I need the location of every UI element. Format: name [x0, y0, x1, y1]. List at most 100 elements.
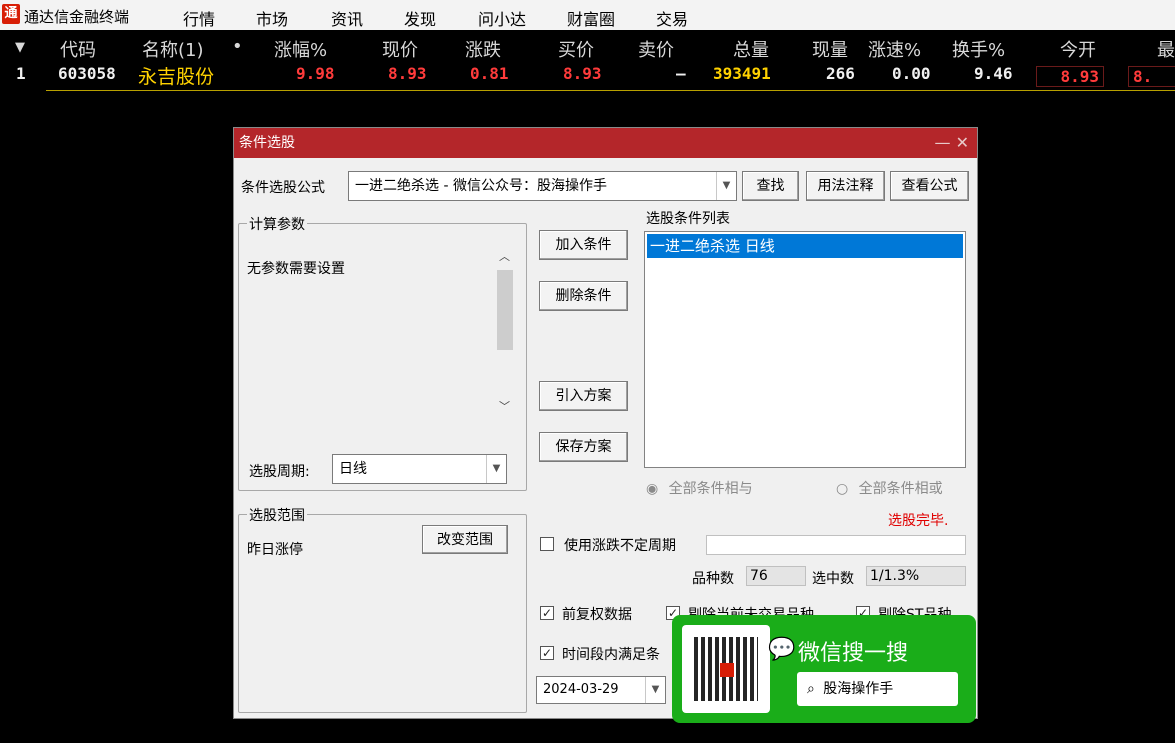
col-code[interactable]: 代码 [60, 36, 96, 62]
search-icon: ⌕ [807, 681, 815, 697]
row-turnover: 9.46 [974, 64, 1013, 83]
status-text: 选股完毕. [888, 513, 949, 529]
wechat-search-text: 股海操作手 [823, 681, 894, 697]
period-select[interactable]: 日线 ▼ [332, 454, 507, 484]
wechat-search-box[interactable]: ⌕ 股海操作手 [797, 672, 958, 706]
date-select[interactable]: 2024-03-29 ▼ [536, 676, 666, 704]
list-title: 选股条件列表 [646, 211, 730, 227]
list-item[interactable]: 一进二绝杀选 日线 [647, 234, 963, 258]
row-bid: 8.93 [563, 64, 602, 83]
row-change: 0.81 [470, 64, 509, 83]
row-price: 8.93 [388, 64, 427, 83]
app-logo-icon: 通 [2, 4, 20, 24]
scope-title: 选股范围 [247, 505, 307, 525]
col-ask[interactable]: 卖价 [638, 36, 674, 62]
unfixed-period-checkbox[interactable] [540, 537, 554, 551]
unfixed-period-label: 使用涨跌不定周期 [564, 538, 676, 554]
menu-market[interactable]: 市场 [256, 6, 288, 30]
period-value: 日线 [339, 461, 367, 477]
row-name: 永吉股份 [138, 66, 215, 88]
col-open[interactable]: 今开 [1060, 36, 1096, 62]
wechat-title-text: 微信搜一搜 [798, 641, 909, 666]
menu-news[interactable]: 资讯 [331, 6, 363, 30]
wechat-icon: 💬 [768, 637, 796, 662]
find-button[interactable]: 查找 [742, 171, 799, 201]
row-change-pct: 9.98 [296, 64, 335, 83]
dialog-titlebar[interactable]: 条件选股 — ✕ [234, 128, 977, 158]
radio-all-and[interactable]: ◉ 全部条件相与 [646, 478, 753, 498]
col-bid[interactable]: 买价 [558, 36, 594, 62]
chevron-down-icon[interactable]: ▼ [645, 677, 665, 703]
col-turnover[interactable]: 换手% [952, 36, 1005, 62]
date-value: 2024-03-29 [543, 682, 619, 697]
unfixed-period-input[interactable] [706, 535, 966, 555]
selected-value: 1/1.3% [866, 566, 966, 586]
menu-trade[interactable]: 交易 [656, 6, 688, 30]
import-scheme-button[interactable]: 引入方案 [539, 381, 628, 411]
change-scope-button[interactable]: 改变范围 [422, 525, 508, 554]
app-name: 通达信金融终端 [24, 8, 130, 26]
col-volume[interactable]: 总量 [733, 36, 769, 62]
chevron-down-icon[interactable]: ▼ [486, 455, 506, 483]
wechat-search-title: 💬 微信搜一搜 [768, 635, 909, 667]
row-cur-vol: 266 [826, 64, 855, 83]
row-volume: 393491 [713, 64, 771, 83]
radio-empty-icon[interactable]: ○ [836, 481, 848, 497]
col-name[interactable]: 名称(1) [142, 36, 204, 62]
menu-wealth[interactable]: 财富圈 [567, 6, 615, 30]
menu-ask[interactable]: 问小达 [478, 6, 526, 30]
col-change[interactable]: 涨跌 [465, 36, 501, 62]
params-scrollbar[interactable]: ︿ ﹀ [495, 248, 515, 418]
row-high: 8. [1128, 66, 1175, 87]
row-index: 1 [16, 64, 26, 83]
qr-code-icon [682, 625, 770, 713]
col-dot: • [232, 36, 243, 57]
col-speed[interactable]: 涨速% [868, 36, 921, 62]
radio-and-label: 全部条件相与 [668, 481, 753, 497]
menu-discover[interactable]: 发现 [404, 6, 436, 30]
close-icon[interactable]: — ✕ [935, 128, 970, 158]
table-row[interactable]: 1 603058 永吉股份 9.98 8.93 0.81 8.93 – 3934… [0, 64, 1175, 90]
adjusted-data-label: 前复权数据 [562, 607, 632, 623]
save-scheme-button[interactable]: 保存方案 [539, 432, 628, 462]
view-formula-button[interactable]: 查看公式 [890, 171, 969, 201]
scope-value: 昨日涨停 [247, 542, 303, 558]
count-label: 品种数 [692, 571, 734, 587]
row-code: 603058 [58, 64, 116, 83]
row-open: 8.93 [1036, 66, 1104, 87]
chevron-down-icon[interactable]: ﹀ [499, 398, 510, 414]
time-range-checkbox[interactable]: ✓ [540, 646, 554, 660]
params-title: 计算参数 [247, 214, 307, 234]
app-titlebar: 通 通达信金融终端 行情 市场 资讯 发现 问小达 财富圈 交易 [0, 0, 1175, 30]
count-value: 76 [746, 566, 806, 586]
add-condition-button[interactable]: 加入条件 [539, 230, 628, 260]
radio-or-label: 全部条件相或 [858, 481, 943, 497]
sort-toggle-icon[interactable]: ▼ [15, 40, 25, 55]
col-cur-vol[interactable]: 现量 [812, 36, 848, 62]
scroll-thumb[interactable] [497, 270, 513, 350]
radio-selected-icon[interactable]: ◉ [646, 481, 658, 497]
adjusted-data-checkbox[interactable]: ✓ [540, 606, 554, 620]
row-ask: – [676, 64, 686, 83]
menu-quotes[interactable]: 行情 [183, 6, 215, 30]
col-price[interactable]: 现价 [382, 36, 418, 62]
params-text: 无参数需要设置 [247, 261, 345, 277]
col-high[interactable]: 最 [1157, 36, 1175, 62]
radio-all-or[interactable]: ○ 全部条件相或 [836, 478, 943, 498]
delete-condition-button[interactable]: 删除条件 [539, 281, 628, 311]
time-range-label: 时间段内满足条 [562, 647, 660, 663]
selected-label: 选中数 [812, 571, 854, 587]
row-underline [46, 90, 1175, 91]
quote-table-header: ▼ 代码 名称(1) • 涨幅% 现价 涨跌 买价 卖价 总量 现量 涨速% 换… [0, 36, 1175, 62]
wechat-search-banner: 💬 微信搜一搜 ⌕ 股海操作手 [672, 615, 976, 723]
qr-logo-icon [720, 663, 734, 677]
formula-select[interactable]: 一进二绝杀选 - 微信公众号：股海操作手 ▼ [348, 171, 737, 201]
period-label: 选股周期: [249, 464, 310, 480]
chevron-down-icon[interactable]: ▼ [716, 172, 736, 200]
col-change-pct[interactable]: 涨幅% [274, 36, 327, 62]
row-speed: 0.00 [892, 64, 931, 83]
condition-list[interactable]: 一进二绝杀选 日线 [644, 231, 966, 468]
formula-label: 条件选股公式 [241, 180, 325, 196]
usage-notes-button[interactable]: 用法注释 [806, 171, 885, 201]
chevron-up-icon[interactable]: ︿ [499, 248, 510, 264]
